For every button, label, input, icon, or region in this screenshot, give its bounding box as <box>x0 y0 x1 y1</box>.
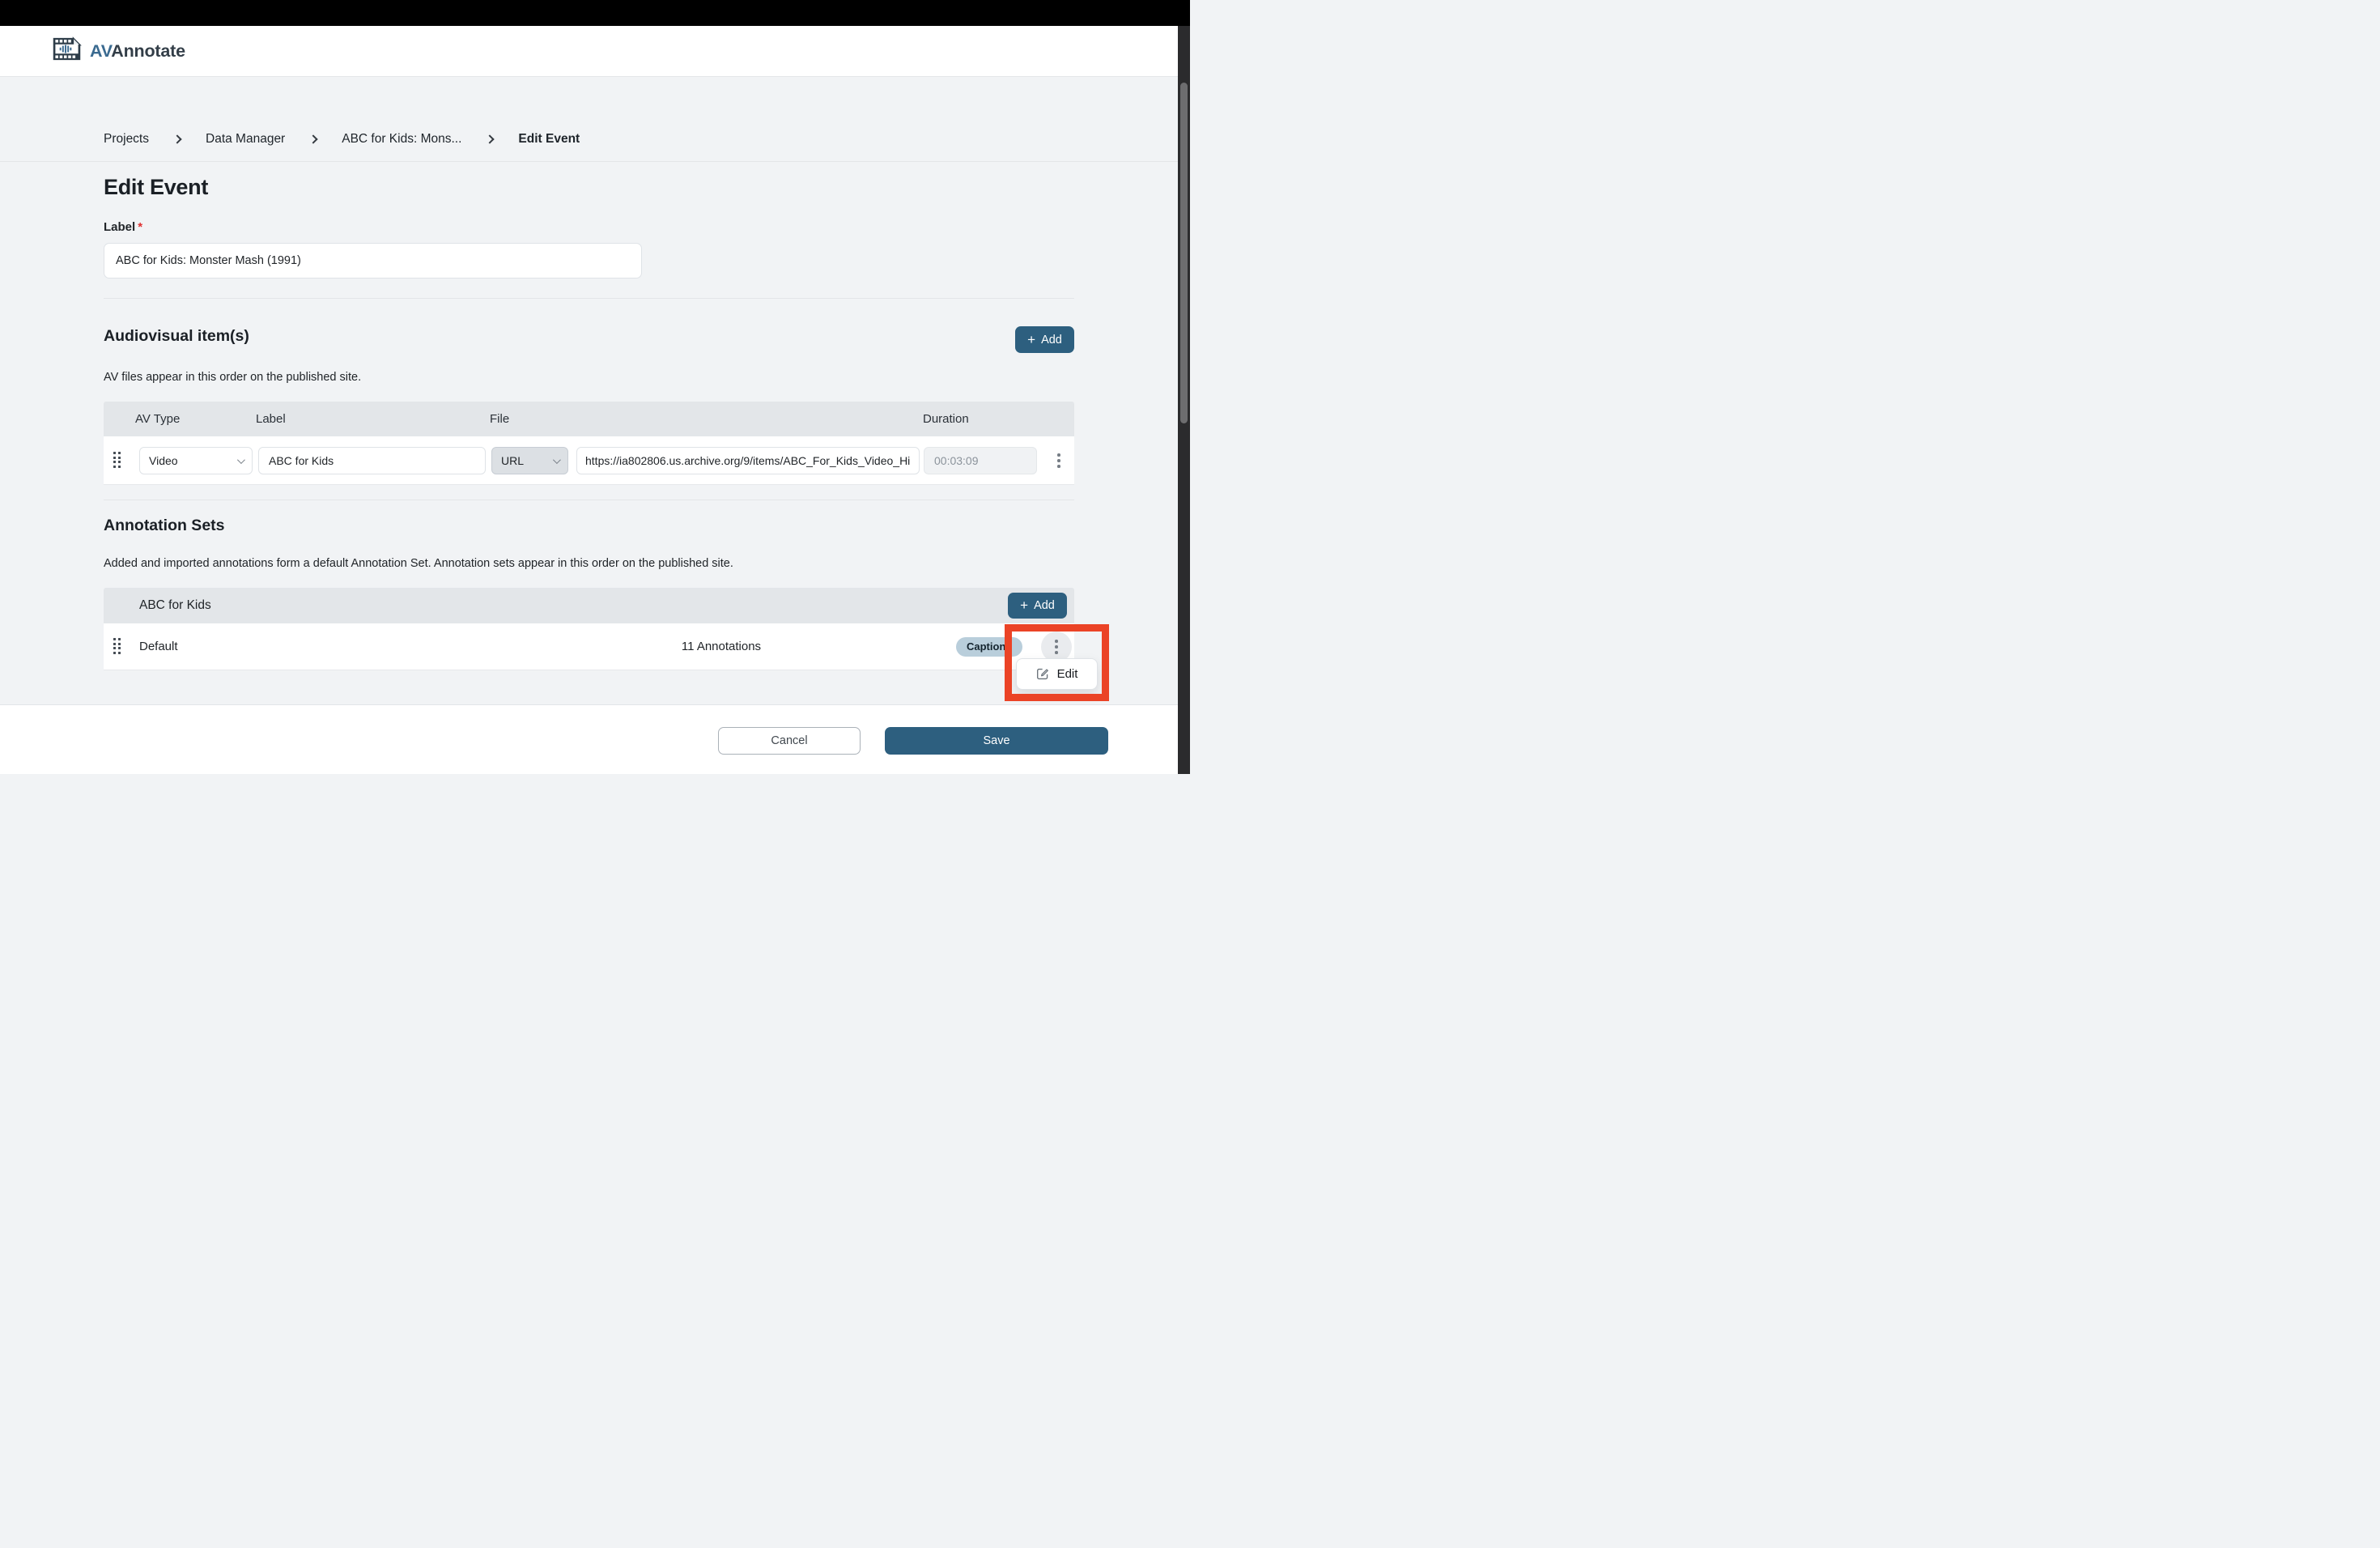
column-header-av-type: AV Type <box>135 402 180 436</box>
captions-badge: Captions <box>956 637 1022 657</box>
drag-handle-icon[interactable] <box>113 638 121 654</box>
file-type-select[interactable]: URL <box>491 447 568 474</box>
label-field-label: Label* <box>104 220 142 234</box>
row-action-menu: Edit <box>1016 658 1098 690</box>
column-header-file: File <box>490 402 509 436</box>
annotation-sets-table: ABC for Kids + Add Default 11 Annotation… <box>104 588 1074 670</box>
kebab-icon <box>1057 453 1060 468</box>
save-button[interactable]: Save <box>885 727 1108 755</box>
breadcrumb-item-data-manager[interactable]: Data Manager <box>206 132 285 147</box>
plus-icon: + <box>1020 598 1028 612</box>
av-row-menu-button[interactable] <box>1049 450 1069 471</box>
av-add-button[interactable]: + Add <box>1015 326 1074 353</box>
breadcrumb: Projects Data Manager ABC for Kids: Mons… <box>104 132 580 147</box>
column-header-label: Label <box>256 402 286 436</box>
top-black-bar <box>0 0 1190 26</box>
app-header: AVAnnotate <box>0 26 1190 77</box>
drag-handle-icon[interactable] <box>113 452 121 468</box>
chevron-down-icon <box>237 456 245 464</box>
cancel-button[interactable]: Cancel <box>718 727 861 755</box>
annotation-group-header: ABC for Kids + Add <box>104 588 1074 623</box>
breadcrumb-item-current: Edit Event <box>518 132 580 147</box>
annotation-group-label: ABC for Kids <box>139 588 211 623</box>
chevron-right-icon <box>172 134 181 143</box>
edit-icon <box>1036 667 1050 681</box>
av-table-header: AV Type Label File Duration <box>104 402 1074 436</box>
app-logo[interactable]: AVAnnotate <box>52 36 185 66</box>
event-label-input[interactable] <box>104 243 642 279</box>
kebab-icon <box>1055 640 1058 654</box>
chevron-right-icon <box>309 134 318 143</box>
required-asterisk: * <box>138 220 142 234</box>
plus-icon: + <box>1027 333 1035 347</box>
av-label-input[interactable] <box>258 447 486 474</box>
annotation-set-name: Default <box>139 623 178 670</box>
chevron-down-icon <box>553 456 561 464</box>
edit-menu-item[interactable]: Edit <box>1036 667 1078 681</box>
footer-bar: Cancel Save <box>0 704 1190 774</box>
page-title: Edit Event <box>104 175 208 200</box>
breadcrumb-item-projects[interactable]: Projects <box>104 132 149 147</box>
breadcrumb-band: Projects Data Manager ABC for Kids: Mons… <box>0 77 1190 162</box>
duration-input <box>924 447 1037 474</box>
film-audio-icon <box>52 36 82 66</box>
chevron-right-icon <box>486 134 495 143</box>
av-table-row: Video URL <box>104 436 1074 485</box>
annotation-sets-description: Added and imported annotations form a de… <box>104 557 733 570</box>
scrollbar-thumb[interactable] <box>1180 83 1188 423</box>
av-section-title: Audiovisual item(s) <box>104 327 249 346</box>
breadcrumb-item-event[interactable]: ABC for Kids: Mons... <box>342 132 461 147</box>
section-divider <box>104 298 1074 299</box>
annotation-add-button[interactable]: + Add <box>1008 593 1067 619</box>
column-header-duration: Duration <box>923 402 969 436</box>
av-section-description: AV files appear in this order on the pub… <box>104 371 361 384</box>
annotation-set-row: Default 11 Annotations Captions <box>104 623 1074 670</box>
file-url-input[interactable] <box>576 447 920 474</box>
scrollbar-track[interactable] <box>1178 26 1190 774</box>
av-items-table: AV Type Label File Duration Video URL <box>104 402 1074 485</box>
annotation-sets-title: Annotation Sets <box>104 517 225 535</box>
app-title: AVAnnotate <box>90 41 185 62</box>
av-type-select[interactable]: Video <box>139 447 253 474</box>
annotation-count: 11 Annotations <box>657 623 786 670</box>
